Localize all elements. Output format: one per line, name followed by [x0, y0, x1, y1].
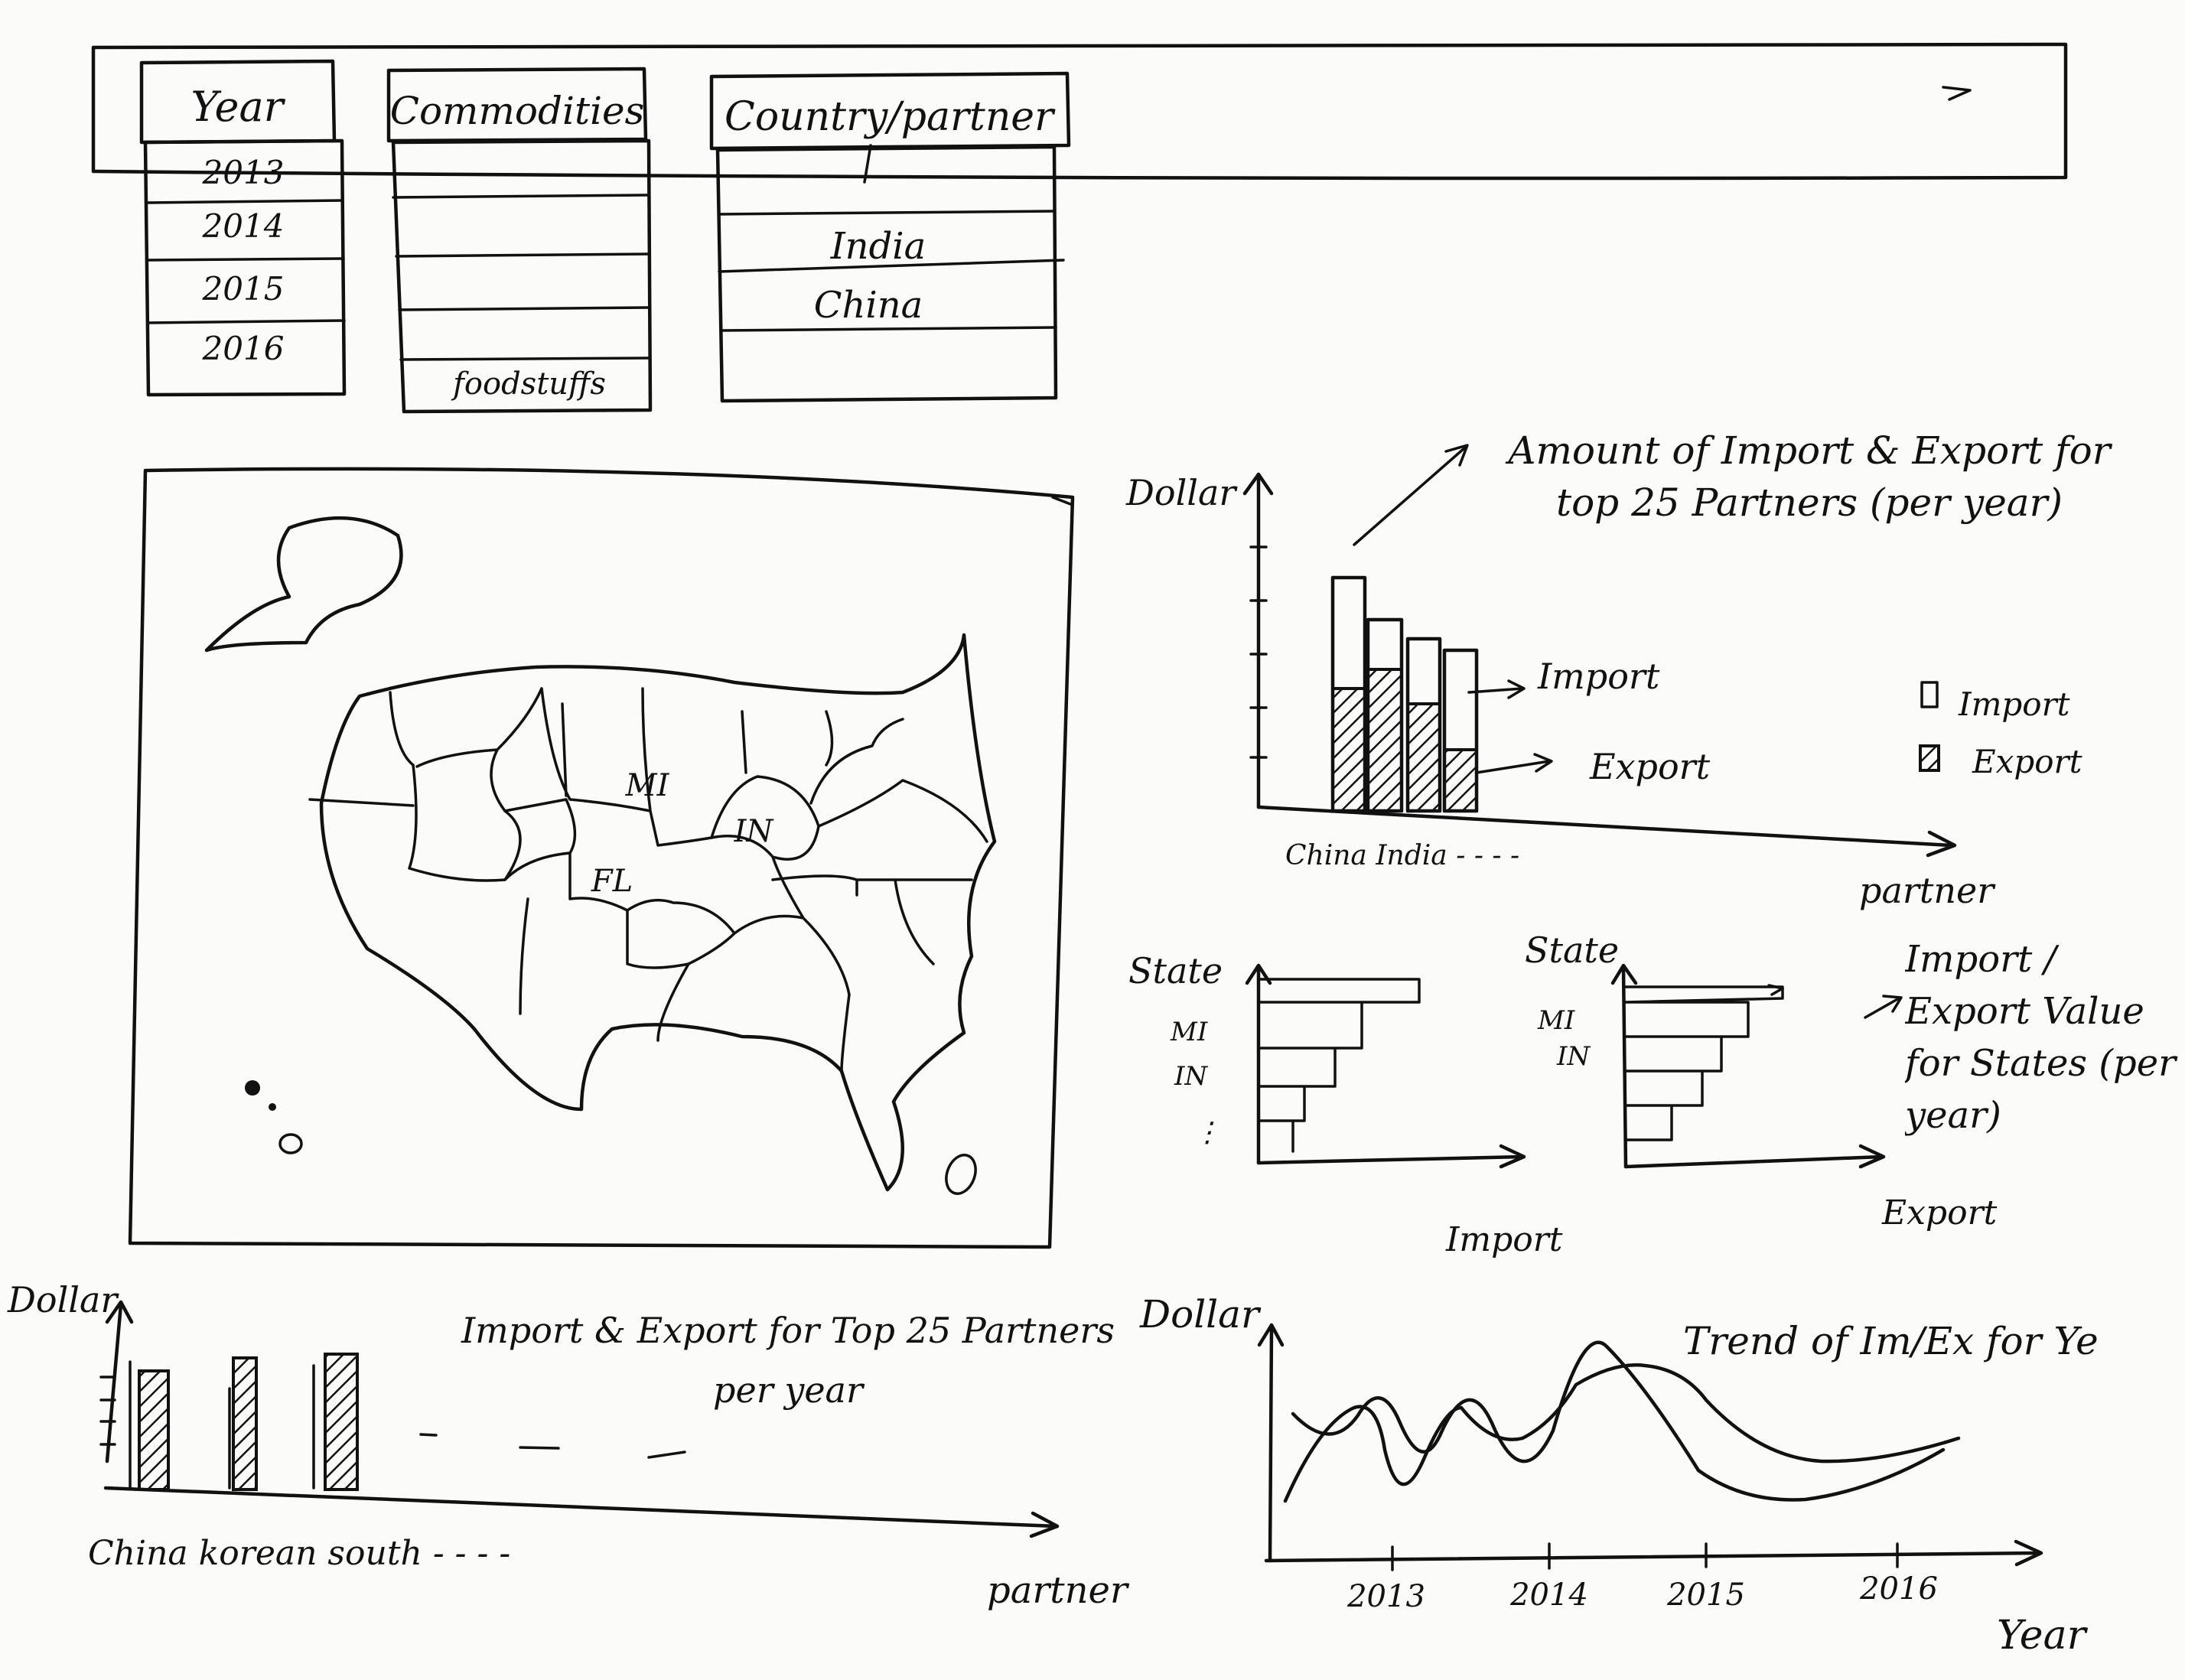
legend-export-swatch [1919, 744, 1940, 772]
import-annotation: Import [1537, 656, 1660, 697]
import-state-bars [1257, 978, 1421, 1153]
trend-chart: Dollar Trend of Im/Ex for Ye 2013 2014 2… [1139, 1292, 2099, 1659]
country-option[interactable]: China [814, 284, 923, 327]
year-option[interactable]: 2015 [202, 270, 285, 308]
x-axis [1264, 1539, 2043, 1567]
import-state-label: ⋮ [1193, 1117, 1221, 1148]
export-bar [1443, 748, 1478, 812]
hawaii-island [269, 1103, 276, 1111]
trend-x-tick: 2015 [1666, 1577, 1745, 1613]
legend-import-swatch [1920, 681, 1939, 708]
export-bar [232, 1356, 258, 1491]
trend-x-tick: 2016 [1859, 1571, 1938, 1607]
export-bar [324, 1353, 359, 1491]
year-option[interactable]: 2014 [202, 207, 285, 245]
export-state-label: MI [1537, 1005, 1575, 1036]
partner-chart-title: Amount of Import & Export for top 25 Par… [1508, 428, 2111, 525]
commodity-option[interactable]: foodstuffs [451, 366, 606, 402]
trend-x-tick: 2014 [1509, 1577, 1588, 1613]
bottom-chart-xlabel: partner [987, 1569, 1130, 1612]
y-axis [105, 1300, 134, 1463]
x-axis [1623, 1144, 1886, 1169]
sketch-canvas: Year 2013 2014 2015 2016 Commodities foo… [7, 42, 2177, 1659]
x-axis [1256, 1144, 1526, 1169]
bottom-chart-tick-labels: China korean south - - - - [88, 1534, 510, 1573]
trend-chart-xlabel: Year [1997, 1613, 2089, 1659]
legend-import-label: Import [1958, 685, 2070, 723]
export-bar-arrow [1767, 984, 1784, 996]
export-bar [1366, 668, 1403, 812]
country-option[interactable]: India [830, 225, 926, 268]
state-import-chart: State MI IN ⋮ Import [1128, 950, 1563, 1259]
partner-chart-xlabel: partner [1859, 870, 1996, 911]
country-filter[interactable]: Country/partner India China [709, 71, 1071, 403]
hawaii-island [245, 1080, 260, 1096]
export-pointer-arrow [1475, 753, 1553, 774]
trend-chart-title: Trend of Im/Ex for Ye [1683, 1319, 2099, 1363]
export-chart-ylabel: State [1525, 930, 1619, 971]
bottom-chart-title-box: Import & Export for Top 25 Partners per … [461, 1310, 1115, 1411]
export-annotation: Export [1589, 746, 1711, 787]
export-bar [1406, 702, 1441, 812]
map-state-label: FL [591, 864, 633, 899]
state-annotation-box: Import / Export Value for States (per ye… [1905, 938, 2177, 1137]
y-axis [1257, 1323, 1285, 1563]
year-filter-header: Year [191, 83, 286, 131]
y-axis [1245, 963, 1272, 1165]
partner-chart-title-box: Amount of Import & Export for top 25 Par… [1508, 428, 2111, 525]
trend-x-tick: 2013 [1346, 1579, 1425, 1614]
export-bar [138, 1369, 170, 1491]
map-state-label: MI [625, 768, 670, 803]
export-state-label: IN [1556, 1041, 1591, 1072]
import-chart-xlabel: Import [1445, 1220, 1563, 1259]
state-annotation-arrow [1864, 995, 1903, 1019]
trend-chart-ylabel: Dollar [1139, 1292, 1262, 1337]
commodities-filter-header: Commodities [390, 89, 645, 133]
us-map[interactable]: MI FL IN [204, 516, 997, 1197]
partner-chart-ylabel: Dollar [1125, 472, 1238, 513]
export-bar [1331, 687, 1366, 812]
state-annotation: Import / Export Value for States (per ye… [1905, 938, 2177, 1137]
trend-series-line [1283, 1363, 1961, 1503]
puerto-rico-island [945, 1154, 977, 1195]
commodities-filter[interactable]: Commodities foodstuffs [386, 67, 653, 414]
legend-export-label: Export [1972, 743, 2082, 780]
partner-bar-chart: Dollar partner China India - - - - Impor… [1125, 428, 2111, 911]
year-option[interactable]: 2013 [202, 154, 285, 191]
bottom-partner-chart: Dollar China korean south - - - - partne… [7, 1279, 1130, 1612]
import-chart-ylabel: State [1128, 950, 1223, 991]
year-filter[interactable]: Year 2013 2014 2015 2016 [139, 59, 347, 397]
export-state-bars [1624, 985, 1784, 1141]
bottom-chart-title: Import & Export for Top 25 Partners per … [461, 1310, 1115, 1411]
hawaii-island [278, 1133, 303, 1154]
y-axis [1610, 963, 1638, 1169]
x-axis [103, 1486, 1060, 1538]
map-panel [128, 467, 1075, 1249]
map-state-label: IN [734, 814, 775, 849]
import-state-label: MI [1170, 1017, 1208, 1047]
title-pointer-arrow [1353, 444, 1469, 546]
country-filter-header: Country/partner [725, 94, 1056, 140]
year-option[interactable]: 2016 [202, 330, 285, 367]
import-state-label: IN [1174, 1061, 1208, 1092]
partner-chart-tick-labels: China India - - - - [1285, 840, 1519, 871]
bottom-chart-ylabel: Dollar [7, 1279, 119, 1320]
